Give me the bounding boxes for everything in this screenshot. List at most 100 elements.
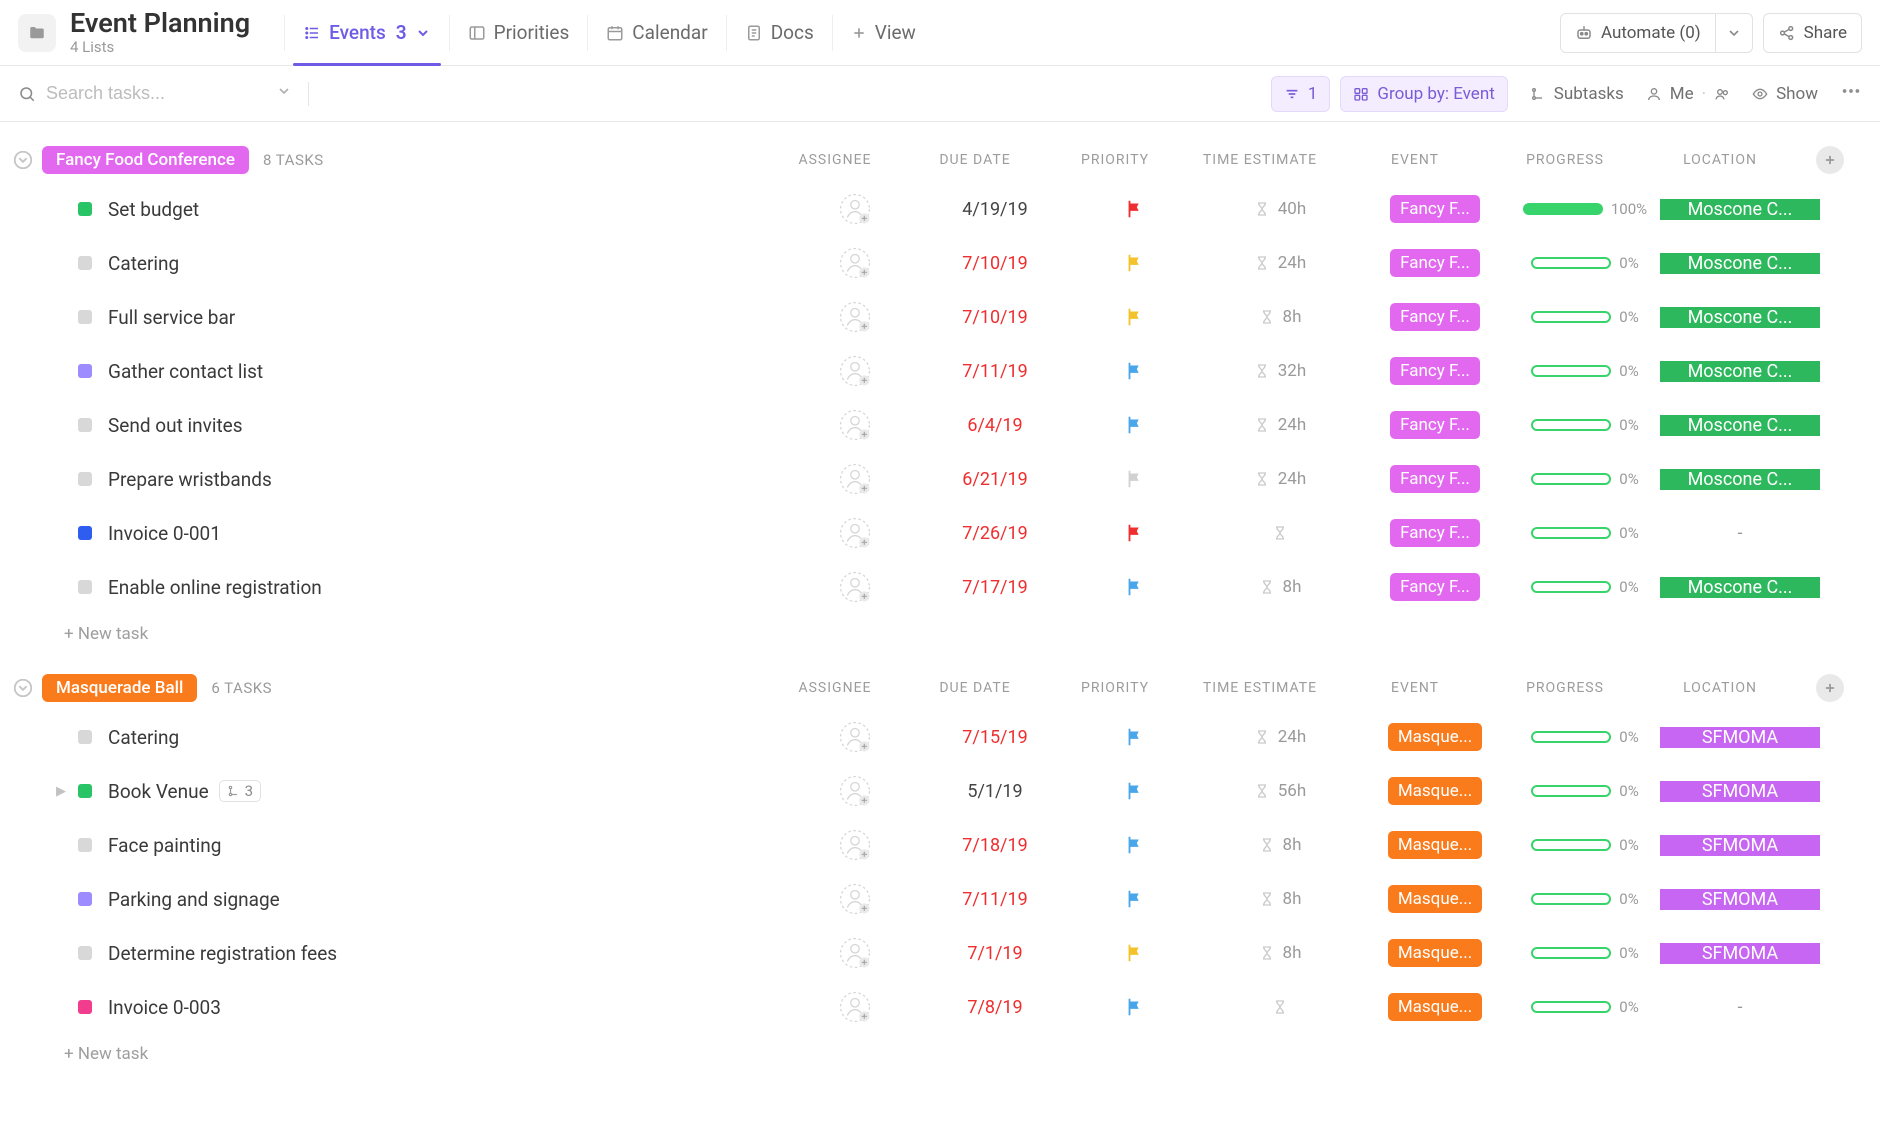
task-priority-button[interactable] [1070,360,1200,382]
col-header-progress[interactable]: PROGRESS [1490,680,1640,696]
tab-docs[interactable]: Docs [727,0,832,66]
task-priority-button[interactable] [1070,198,1200,220]
task-row[interactable]: ▶ Book Venue3 5/1/19 56h Masque... 0% SF… [0,764,1880,818]
task-event-tag[interactable]: Fancy F... [1390,465,1480,493]
task-progress[interactable]: 100% [1523,200,1647,218]
task-priority-button[interactable] [1070,942,1200,964]
task-status-box[interactable] [78,202,92,216]
task-time-estimate[interactable]: 24h [1200,727,1360,747]
task-name[interactable]: Determine registration fees [108,942,790,965]
group-collapse-button[interactable] [10,675,36,701]
task-name[interactable]: Full service bar [108,306,790,329]
col-header-location[interactable]: LOCATION [1640,680,1800,696]
task-assignee-button[interactable] [790,408,920,442]
automate-button[interactable]: Automate (0) [1560,13,1716,53]
task-status-box[interactable] [78,730,92,744]
task-row[interactable]: Prepare wristbands 6/21/19 24h Fancy F..… [0,452,1880,506]
task-priority-button[interactable] [1070,834,1200,856]
task-event-tag[interactable]: Fancy F... [1390,303,1480,331]
task-assignee-button[interactable] [790,774,920,808]
task-due-date[interactable]: 7/18/19 [962,835,1027,856]
task-priority-button[interactable] [1070,306,1200,328]
task-progress[interactable]: 0% [1531,254,1638,272]
add-column-button[interactable] [1816,674,1844,702]
task-status-box[interactable] [78,418,92,432]
task-status-box[interactable] [78,946,92,960]
task-progress[interactable]: 0% [1531,362,1638,380]
task-status-box[interactable] [78,310,92,324]
task-row[interactable]: Determine registration fees 7/1/19 8h Ma… [0,926,1880,980]
task-progress[interactable]: 0% [1531,578,1638,596]
task-progress[interactable]: 0% [1531,782,1638,800]
task-name[interactable]: Catering [108,252,790,275]
task-location-tag[interactable]: SFMOMA [1660,943,1820,964]
task-status-box[interactable] [78,784,92,798]
task-assignee-button[interactable] [790,570,920,604]
task-event-tag[interactable]: Masque... [1388,885,1482,913]
subtask-count-badge[interactable]: 3 [219,780,261,802]
search-expand-button[interactable] [276,83,292,104]
task-location-tag[interactable]: SFMOMA [1660,889,1820,910]
task-name[interactable]: Catering [108,726,790,749]
task-status-box[interactable] [78,892,92,906]
col-header-time[interactable]: TIME ESTIMATE [1180,152,1340,168]
task-due-date[interactable]: 5/1/19 [967,781,1022,802]
task-progress[interactable]: 0% [1531,728,1638,746]
task-event-tag[interactable]: Fancy F... [1390,249,1480,277]
task-event-tag[interactable]: Fancy F... [1390,357,1480,385]
col-header-location[interactable]: LOCATION [1640,152,1800,168]
tab-calendar[interactable]: Calendar [588,0,725,66]
task-priority-button[interactable] [1070,252,1200,274]
task-priority-button[interactable] [1070,522,1200,544]
task-priority-button[interactable] [1070,726,1200,748]
task-name[interactable]: Book Venue3 [108,780,790,803]
task-row[interactable]: Send out invites 6/4/19 24h Fancy F... 0… [0,398,1880,452]
task-row[interactable]: Gather contact list 7/11/19 32h Fancy F.… [0,344,1880,398]
task-name[interactable]: Gather contact list [108,360,790,383]
task-priority-button[interactable] [1070,996,1200,1018]
task-time-estimate[interactable]: 56h [1200,781,1360,801]
task-status-box[interactable] [78,364,92,378]
task-due-date[interactable]: 7/10/19 [962,253,1027,274]
task-row[interactable]: Enable online registration 7/17/19 8h Fa… [0,560,1880,614]
task-event-tag[interactable]: Fancy F... [1390,573,1480,601]
task-location-tag[interactable]: Moscone C... [1660,361,1820,382]
task-name[interactable]: Send out invites [108,414,790,437]
task-name[interactable]: Invoice 0-003 [108,996,790,1019]
task-event-tag[interactable]: Masque... [1388,939,1482,967]
col-header-assignee[interactable]: ASSIGNEE [770,680,900,696]
task-assignee-button[interactable] [790,882,920,916]
task-row[interactable]: Parking and signage 7/11/19 8h Masque...… [0,872,1880,926]
task-priority-button[interactable] [1070,414,1200,436]
task-location-tag[interactable]: Moscone C... [1660,469,1820,490]
task-assignee-button[interactable] [790,246,920,280]
task-due-date[interactable]: 4/19/19 [962,199,1027,220]
task-assignee-button[interactable] [790,516,920,550]
share-button[interactable]: Share [1763,13,1862,53]
task-assignee-button[interactable] [790,192,920,226]
task-progress[interactable]: 0% [1531,524,1638,542]
task-location-tag[interactable]: Moscone C... [1660,415,1820,436]
search-input[interactable] [46,83,266,104]
col-header-priority[interactable]: PRIORITY [1050,152,1180,168]
task-due-date[interactable]: 7/17/19 [962,577,1027,598]
task-time-estimate[interactable] [1200,999,1360,1015]
task-progress[interactable]: 0% [1531,998,1638,1016]
task-name[interactable]: Prepare wristbands [108,468,790,491]
task-event-tag[interactable]: Masque... [1388,831,1482,859]
task-location-tag[interactable]: SFMOMA [1660,727,1820,748]
col-header-due[interactable]: DUE DATE [900,152,1050,168]
show-button[interactable]: Show [1752,84,1818,104]
new-task-button[interactable]: + New task [0,614,1880,644]
task-progress[interactable]: 0% [1531,416,1638,434]
task-due-date[interactable]: 7/11/19 [962,889,1027,910]
task-time-estimate[interactable]: 8h [1200,835,1360,855]
filter-button[interactable]: 1 [1271,76,1331,112]
task-assignee-button[interactable] [790,828,920,862]
task-time-estimate[interactable] [1200,525,1360,541]
task-priority-button[interactable] [1070,780,1200,802]
task-location-tag[interactable]: SFMOMA [1660,781,1820,802]
task-location-tag[interactable]: - [1660,523,1820,544]
task-time-estimate[interactable]: 8h [1200,577,1360,597]
task-due-date[interactable]: 7/8/19 [967,997,1022,1018]
